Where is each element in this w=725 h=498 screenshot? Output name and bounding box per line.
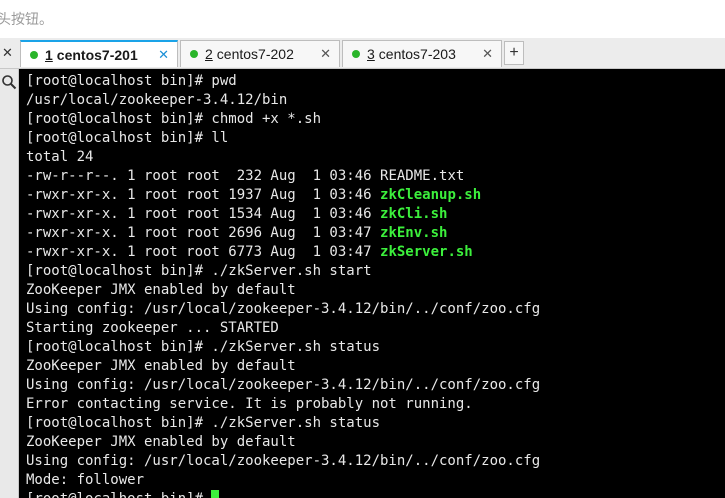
terminal-line: ZooKeeper JMX enabled by default (26, 434, 296, 450)
app-window: 头按钮。 ✕ 1 centos7-201 ✕ 2 centos7-202 ✕ 3… (0, 0, 725, 498)
terminal-line: -rw-r--r--. 1 root root 232 Aug 1 03:46 … (26, 167, 540, 186)
terminal-line: [root@localhost bin]# ./zkServer.sh star… (26, 263, 372, 279)
tab-close-icon[interactable]: ✕ (158, 47, 169, 63)
close-icon[interactable]: ✕ (0, 38, 20, 68)
terminal-line: Using config: /usr/local/zookeeper-3.4.1… (26, 301, 541, 317)
tab-centos7-203[interactable]: 3 centos7-203 ✕ (342, 40, 502, 67)
terminal-line: Mode: follower (26, 472, 145, 488)
terminal-line: total 24 (26, 149, 94, 165)
file-name: zkServer.sh (380, 244, 473, 260)
terminal-line: -rwxr-xr-x. 1 root root 1937 Aug 1 03:46… (26, 186, 540, 205)
tab-centos7-201[interactable]: 1 centos7-201 ✕ (20, 40, 178, 67)
file-attributes: -rwxr-xr-x. 1 root root 6773 Aug 1 03:47 (26, 244, 381, 260)
file-attributes: -rw-r--r--. 1 root root 232 Aug 1 03:46 (26, 168, 381, 184)
hint-text: 头按钮。 (0, 11, 53, 27)
terminal-line: [root@localhost bin]# ll (26, 130, 229, 146)
hint-strip: 头按钮。 (0, 0, 725, 38)
tab-centos7-202[interactable]: 2 centos7-202 ✕ (180, 40, 340, 67)
file-name: zkCleanup.sh (380, 187, 482, 203)
terminal-line: [root@localhost bin]# pwd (26, 73, 237, 89)
file-attributes: -rwxr-xr-x. 1 root root 2696 Aug 1 03:47 (26, 225, 381, 241)
terminal-line: ZooKeeper JMX enabled by default (26, 358, 296, 374)
terminal-prompt-line: [root@localhost bin]# (26, 490, 540, 498)
tab-close-icon[interactable]: ✕ (320, 46, 331, 62)
session-tab-bar: ✕ 1 centos7-201 ✕ 2 centos7-202 ✕ 3 cent… (0, 38, 725, 69)
terminal-line: [root@localhost bin]# ./zkServer.sh stat… (26, 415, 381, 431)
terminal-line: [root@localhost bin]# chmod +x *.sh (26, 111, 322, 127)
tab-close-icon[interactable]: ✕ (482, 46, 493, 62)
terminal-lines: [root@localhost bin]# pwd/usr/local/zook… (26, 72, 540, 498)
connected-status-icon (30, 50, 38, 59)
tab-label: centos7-203 (378, 46, 456, 62)
connected-status-icon (190, 50, 198, 58)
file-name: zkCli.sh (380, 206, 448, 222)
tab-label: centos7-202 (216, 46, 294, 62)
file-attributes: -rwxr-xr-x. 1 root root 1534 Aug 1 03:46 (26, 206, 381, 222)
terminal-line: /usr/local/zookeeper-3.4.12/bin (26, 92, 288, 108)
prompt-text: [root@localhost bin]# (26, 491, 211, 498)
terminal-line: Error contacting service. It is probably… (26, 396, 473, 412)
cursor (211, 490, 220, 498)
tab-number: 1 (45, 46, 53, 63)
terminal-line: -rwxr-xr-x. 1 root root 1534 Aug 1 03:46… (26, 205, 540, 224)
tab-label: centos7-201 (56, 46, 138, 63)
connected-status-icon (352, 50, 360, 58)
file-name: README.txt (380, 168, 465, 184)
tab-number: 3 (367, 46, 375, 62)
search-icon[interactable] (1, 74, 17, 90)
terminal-line: -rwxr-xr-x. 1 root root 6773 Aug 1 03:47… (26, 243, 540, 262)
add-tab-button[interactable]: + (504, 41, 524, 65)
terminal-output[interactable]: [root@localhost bin]# pwd/usr/local/zook… (19, 69, 725, 498)
terminal-line: Starting zookeeper ... STARTED (26, 320, 279, 336)
terminal-line: ZooKeeper JMX enabled by default (26, 282, 296, 298)
tab-number: 2 (205, 46, 213, 62)
terminal-line: -rwxr-xr-x. 1 root root 2696 Aug 1 03:47… (26, 224, 540, 243)
terminal-line: [root@localhost bin]# ./zkServer.sh stat… (26, 339, 381, 355)
side-toolbar (0, 69, 19, 498)
file-attributes: -rwxr-xr-x. 1 root root 1937 Aug 1 03:46 (26, 187, 381, 203)
terminal-line: Using config: /usr/local/zookeeper-3.4.1… (26, 453, 541, 469)
file-name: zkEnv.sh (380, 225, 448, 241)
terminal-line: Using config: /usr/local/zookeeper-3.4.1… (26, 377, 541, 393)
